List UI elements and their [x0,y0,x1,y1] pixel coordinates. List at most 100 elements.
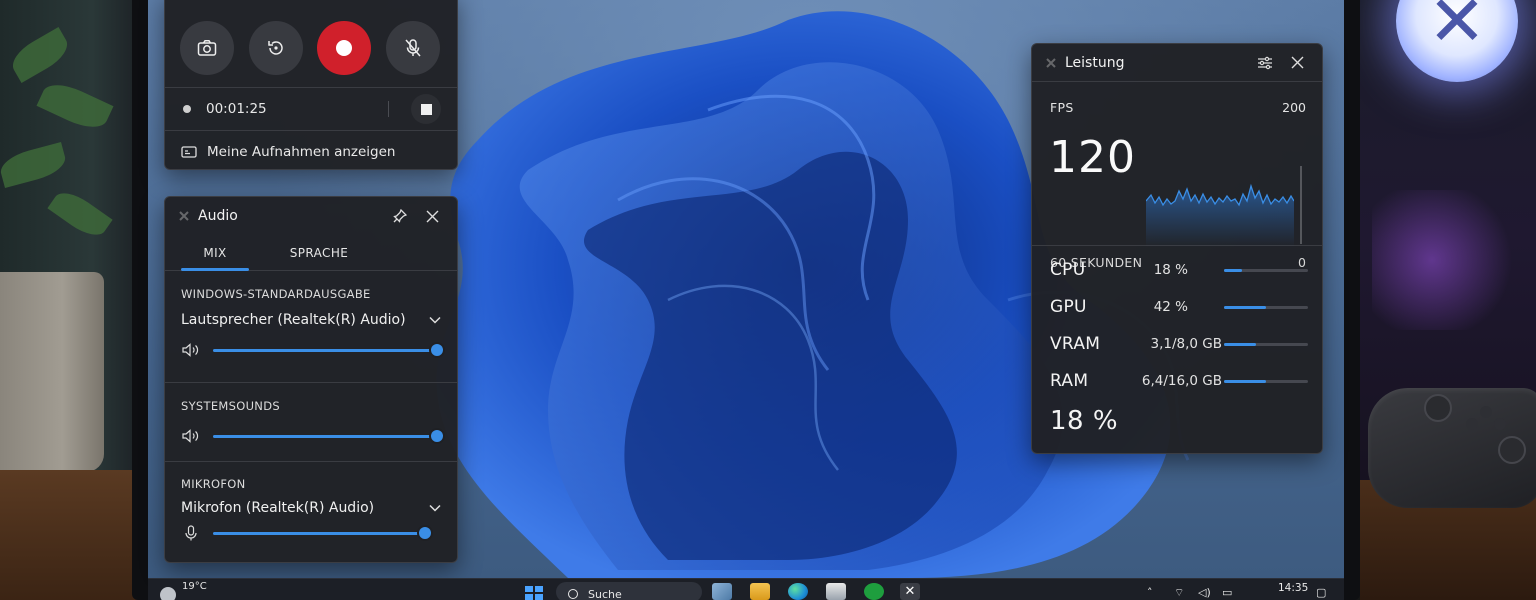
microphone-volume-track[interactable] [213,526,431,539]
settings-sliders-icon [1258,56,1272,69]
pin-button[interactable] [389,205,411,227]
divider [388,101,389,117]
performance-title: Leistung [1065,54,1125,71]
performance-widget: Leistung FPS 200 120 60 SEKUNDEN 0 CPU 1… [1031,43,1323,454]
fps-panel: FPS 200 120 60 SEKUNDEN 0 [1032,82,1322,270]
microphone-section: MIKROFON Mikrofon (Realtek(R) Audio) [165,462,457,547]
audio-title: Audio [198,208,238,224]
output-volume-track[interactable] [213,343,443,356]
taskbar-search[interactable]: Suche [556,582,702,600]
show-recordings-link[interactable]: Meine Aufnahmen anzeigen [165,131,457,173]
xbox-icon [179,211,189,221]
stat-ram[interactable]: RAM 6,4/16,0 GB [1050,371,1308,391]
task-view-icon[interactable] [712,583,732,600]
stat-cpu[interactable]: CPU 18 % [1050,260,1308,280]
xbox-icon [1046,57,1056,68]
stat-bar [1224,268,1308,272]
battery-icon[interactable]: ▭ [1222,586,1232,599]
tab-mix[interactable]: MIX [181,235,249,271]
output-device-select[interactable]: Lautsprecher (Realtek(R) Audio) [181,312,441,328]
notifications-icon[interactable]: ▢ [1316,586,1326,599]
stop-recording-button[interactable] [411,94,441,124]
volume-icon[interactable]: ◁) [1198,586,1211,599]
plant-pot [0,272,104,472]
system-sounds-thumb[interactable] [431,429,443,442]
pin-icon [393,209,407,223]
xbox-app-icon[interactable] [864,583,884,600]
gallery-icon [181,146,197,158]
stat-bar-fill [1224,305,1266,309]
system-sounds-slider[interactable] [181,422,443,450]
stat-vram[interactable]: VRAM 3,1/8,0 GB [1050,334,1308,354]
output-volume-thumb[interactable] [431,343,443,356]
stat-name: GPU [1050,297,1087,317]
xbox-gamebar-icon[interactable]: ✕ [900,583,920,600]
store-icon[interactable] [826,583,846,600]
controller-right-stick [1498,436,1526,464]
stat-name: CPU [1050,260,1086,280]
speaker-icon [182,429,199,443]
audio-tabs: MIX SPRACHE [165,235,457,271]
mic-toggle-button[interactable] [385,21,440,75]
controller-left-stick [1424,394,1452,422]
stat-bar [1224,305,1308,309]
fps-value: 120 [1049,132,1136,183]
performance-title-bar[interactable]: Leistung [1032,44,1322,82]
stat-gpu[interactable]: GPU 42 % [1050,297,1308,317]
selected-stat-value: 18 % [1050,406,1119,436]
fps-label: FPS [1050,100,1074,115]
system-sounds-section: SYSTEMSOUNDS [165,383,457,461]
stat-bar-fill [1224,268,1243,272]
weather-widget[interactable]: 19°C [160,581,207,600]
tab-voice[interactable]: SPRACHE [285,235,353,270]
controller-button [1466,418,1478,430]
performance-options-button[interactable] [1254,52,1276,74]
file-explorer-icon[interactable] [750,583,770,600]
clock[interactable]: 14:35 [1278,582,1308,594]
game-controller [1368,388,1536,508]
fps-graph-axis [1300,166,1302,244]
wifi-icon[interactable]: ⌔ [1174,586,1184,600]
output-label: WINDOWS-STANDARDAUSGABE [181,287,371,301]
start-button[interactable] [525,586,543,600]
search-label: Suche [588,587,622,600]
recording-timer: 00:01:25 [206,101,267,117]
edge-icon[interactable] [788,583,808,600]
close-audio-button[interactable] [421,205,443,227]
screenshot-button[interactable] [180,21,235,75]
stat-name: RAM [1050,371,1089,391]
microphone-icon [185,525,197,541]
output-volume-slider[interactable] [181,336,443,364]
microphone-device-value: Mikrofon (Realtek(R) Audio) [181,500,375,516]
weather-temperature: 19°C [182,581,207,592]
record-button[interactable] [317,21,372,75]
stat-bar [1224,379,1308,383]
stat-value: 42 % [1153,299,1188,315]
microphone-volume-thumb[interactable] [419,526,431,539]
search-icon [568,589,578,599]
output-section: WINDOWS-STANDARDAUSGABE Lautsprecher (Re… [165,271,457,382]
tray-chevron-icon[interactable]: ˄ [1147,586,1153,599]
microphone-label: MIKROFON [181,477,246,491]
capture-widget: 00:01:25 Meine Aufnahmen anzeigen [164,0,458,170]
system-sounds-track[interactable] [213,429,443,442]
recording-status: 00:01:25 [165,88,457,130]
record-last-button[interactable] [248,21,303,75]
purple-light [1372,190,1522,330]
stat-value: 3,1/8,0 GB [1150,336,1222,352]
windows-logo-icon [525,586,533,592]
stop-icon [420,103,432,115]
recording-indicator-icon [183,105,191,113]
audio-title-bar[interactable]: Audio [165,197,457,235]
show-recordings-label: Meine Aufnahmen anzeigen [207,144,396,160]
microphone-device-select[interactable]: Mikrofon (Realtek(R) Audio) [181,500,441,516]
close-performance-button[interactable] [1286,52,1308,74]
stat-bar [1224,342,1308,346]
close-icon [1291,56,1303,69]
capture-controls [165,0,457,87]
stat-value: 18 % [1153,262,1188,278]
stat-bar-fill [1224,379,1266,383]
chevron-down-icon [429,504,441,512]
microphone-volume-slider[interactable] [181,519,441,547]
stat-bar-fill [1224,342,1256,346]
